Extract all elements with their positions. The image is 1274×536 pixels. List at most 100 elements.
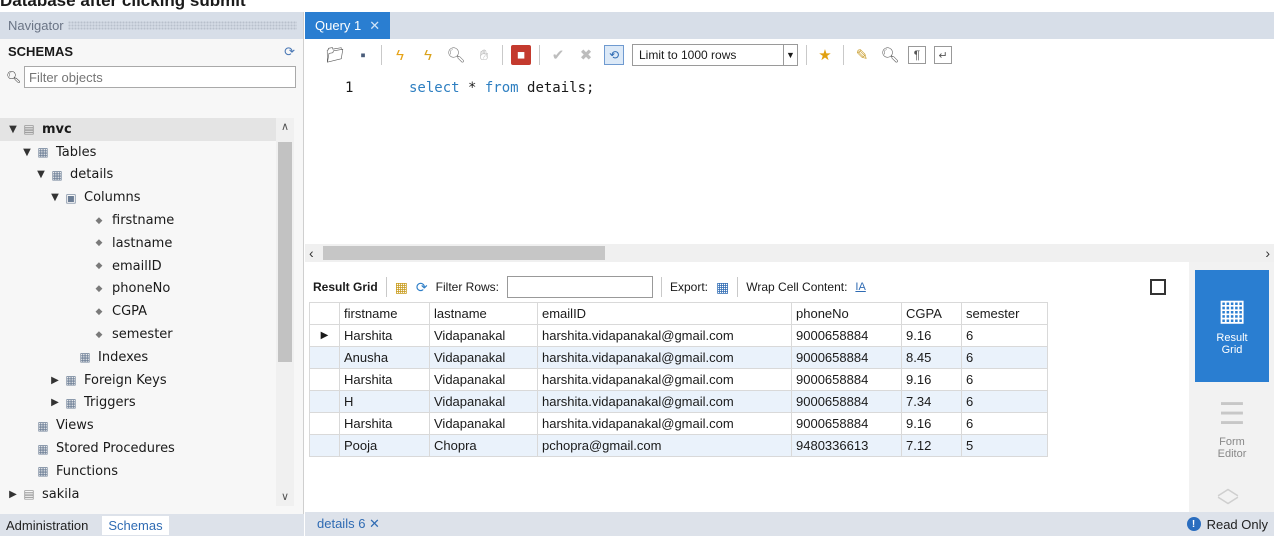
add-snippet-icon[interactable]: ★: [815, 45, 835, 65]
table-cell[interactable]: 6: [961, 346, 1048, 369]
tree-item-phoneno[interactable]: ◆ phoneNo: [0, 278, 276, 301]
table-cell[interactable]: 7.34: [901, 390, 962, 413]
collapsed-arrow-icon[interactable]: ▶: [48, 397, 62, 408]
scroll-thumb[interactable]: [278, 142, 292, 362]
execute-icon[interactable]: ϟ: [390, 45, 410, 65]
table-cell[interactable]: 6: [961, 390, 1048, 413]
table-cell[interactable]: Vidapanakal: [429, 412, 538, 435]
column-header-cgpa[interactable]: CGPA: [901, 302, 962, 325]
tree-item-views[interactable]: ▦ Views: [0, 414, 276, 437]
table-cell[interactable]: Vidapanakal: [429, 390, 538, 413]
table-cell[interactable]: 9000658884: [791, 368, 902, 391]
column-header-emailid[interactable]: emailID: [537, 302, 792, 325]
column-header-phoneno[interactable]: phoneNo: [791, 302, 902, 325]
tree-item-columns[interactable]: ▼ ▣ Columns: [0, 186, 276, 209]
tree-item-foreign-keys[interactable]: ▶ ▦ Foreign Keys: [0, 369, 276, 392]
open-folder-icon[interactable]: 📁︎: [325, 45, 345, 65]
table-cell[interactable]: Harshita: [339, 324, 430, 347]
stop-icon[interactable]: ✋︎: [474, 45, 494, 65]
table-row[interactable]: Harshita Vidapanakal harshita.vidapanakal@…: [309, 412, 1048, 435]
row-marker[interactable]: [309, 434, 340, 457]
table-cell[interactable]: harshita.vidapanakal@gmail.com: [537, 346, 792, 369]
table-cell[interactable]: harshita.vidapanakal@gmail.com: [537, 390, 792, 413]
row-marker[interactable]: [309, 346, 340, 369]
form-editor-button[interactable]: ☰ Form Editor: [1195, 386, 1269, 474]
tree-item-cgpa[interactable]: ◆ CGPA: [0, 300, 276, 323]
table-row[interactable]: Anusha Vidapanakal harshita.vidapanakal@gm…: [309, 346, 1048, 369]
column-header-semester[interactable]: semester: [961, 302, 1048, 325]
expanded-arrow-icon[interactable]: ▼: [48, 192, 62, 203]
table-row[interactable]: Pooja Chopra pchopra@gmail.com 9480336613 7.…: [309, 434, 1048, 457]
table-cell[interactable]: 9000658884: [791, 390, 902, 413]
table-cell[interactable]: Anusha: [339, 346, 430, 369]
close-icon[interactable]: ✕: [369, 18, 380, 33]
navigator-grip[interactable]: [68, 21, 297, 30]
table-cell[interactable]: 6: [961, 412, 1048, 435]
collapsed-arrow-icon[interactable]: ▶: [48, 375, 62, 386]
tree-item-sakila[interactable]: ▶ ▤ sakila: [0, 483, 276, 506]
table-row[interactable]: H Vidapanakal harshita.vidapanakal@gmail.c…: [309, 390, 1048, 413]
table-cell[interactable]: Chopra: [429, 434, 538, 457]
expanded-arrow-icon[interactable]: ▼: [20, 147, 34, 158]
find-replace-icon[interactable]: 🔍︎: [880, 45, 900, 65]
tab-schemas[interactable]: Schemas: [102, 515, 169, 535]
table-cell[interactable]: 9480336613: [791, 434, 902, 457]
table-cell[interactable]: Vidapanakal: [429, 368, 538, 391]
table-cell[interactable]: 7.12: [901, 434, 962, 457]
hscroll-thumb[interactable]: [323, 246, 605, 260]
result-grid-label[interactable]: Result Grid: [313, 280, 378, 294]
table-cell[interactable]: 9000658884: [791, 324, 902, 347]
tree-item-lastname[interactable]: ◆ lastname: [0, 232, 276, 255]
result-grid-button[interactable]: ▦ Result Grid: [1195, 270, 1269, 382]
tree-item-semester[interactable]: ◆ semester: [0, 323, 276, 346]
editor-hscrollbar[interactable]: ‹ ›: [305, 244, 1274, 262]
table-cell[interactable]: Pooja: [339, 434, 430, 457]
tree-item-details[interactable]: ▼ ▦ details: [0, 164, 276, 187]
tab-query-1[interactable]: Query 1 ✕: [305, 12, 391, 39]
tree-item-emailid[interactable]: ◆ emailID: [0, 255, 276, 278]
refresh-icon[interactable]: ⟳: [284, 44, 295, 60]
scroll-right-icon[interactable]: ›: [1265, 244, 1270, 262]
word-wrap-icon[interactable]: ↵: [934, 46, 952, 64]
table-row[interactable]: ▶ Harshita Vidapanakal harshita.vidapanakal…: [309, 324, 1048, 347]
table-cell[interactable]: Harshita: [339, 368, 430, 391]
scroll-up-icon[interactable]: ∧: [276, 118, 294, 136]
invisible-chars-icon[interactable]: ¶: [908, 46, 926, 64]
table-cell[interactable]: 9.16: [901, 368, 962, 391]
table-cell[interactable]: 9.16: [901, 412, 962, 435]
table-cell[interactable]: 9000658884: [791, 412, 902, 435]
row-marker[interactable]: [309, 412, 340, 435]
table-cell[interactable]: 8.45: [901, 346, 962, 369]
filter-rows-input[interactable]: [507, 276, 653, 298]
tree-item-tables[interactable]: ▼ ▦ Tables: [0, 141, 276, 164]
tree-item-functions[interactable]: ▦ Functions: [0, 460, 276, 483]
row-marker[interactable]: [309, 368, 340, 391]
table-cell[interactable]: Vidapanakal: [429, 346, 538, 369]
column-header-firstname[interactable]: firstname: [339, 302, 430, 325]
export-icon[interactable]: ▦: [716, 279, 729, 296]
explain-icon[interactable]: 🔍︎: [446, 45, 466, 65]
table-cell[interactable]: 6: [961, 368, 1048, 391]
collapsed-arrow-icon[interactable]: ▶: [6, 489, 20, 500]
toggle-error-icon[interactable]: ◼: [511, 45, 531, 65]
tree-item-firstname[interactable]: ◆ firstname: [0, 209, 276, 232]
save-icon[interactable]: ▪: [353, 45, 373, 65]
chevron-down-icon[interactable]: ▼: [783, 45, 797, 65]
tab-details-6[interactable]: details 6 ✕: [317, 516, 380, 532]
row-marker[interactable]: [309, 390, 340, 413]
tree-item-stored-procedures[interactable]: ▦ Stored Procedures: [0, 437, 276, 460]
table-cell[interactable]: 9.16: [901, 324, 962, 347]
limit-rows-select[interactable]: Limit to 1000 rows ▼: [632, 44, 798, 66]
wrap-cell-icon[interactable]: IA: [855, 281, 865, 293]
expanded-arrow-icon[interactable]: ▼: [6, 124, 20, 135]
table-cell[interactable]: harshita.vidapanakal@gmail.com: [537, 324, 792, 347]
close-icon[interactable]: ✕: [369, 516, 380, 531]
filter-objects-input[interactable]: [24, 66, 296, 88]
table-cell[interactable]: 5: [961, 434, 1048, 457]
table-cell[interactable]: pchopra@gmail.com: [537, 434, 792, 457]
table-row[interactable]: Harshita Vidapanakal harshita.vidapanakal@…: [309, 368, 1048, 391]
table-cell[interactable]: Harshita: [339, 412, 430, 435]
commit-icon[interactable]: ✔: [548, 45, 568, 65]
current-row-icon[interactable]: ▶: [309, 324, 340, 347]
tree-item-mvc[interactable]: ▼ ▤ mvc: [0, 118, 276, 141]
